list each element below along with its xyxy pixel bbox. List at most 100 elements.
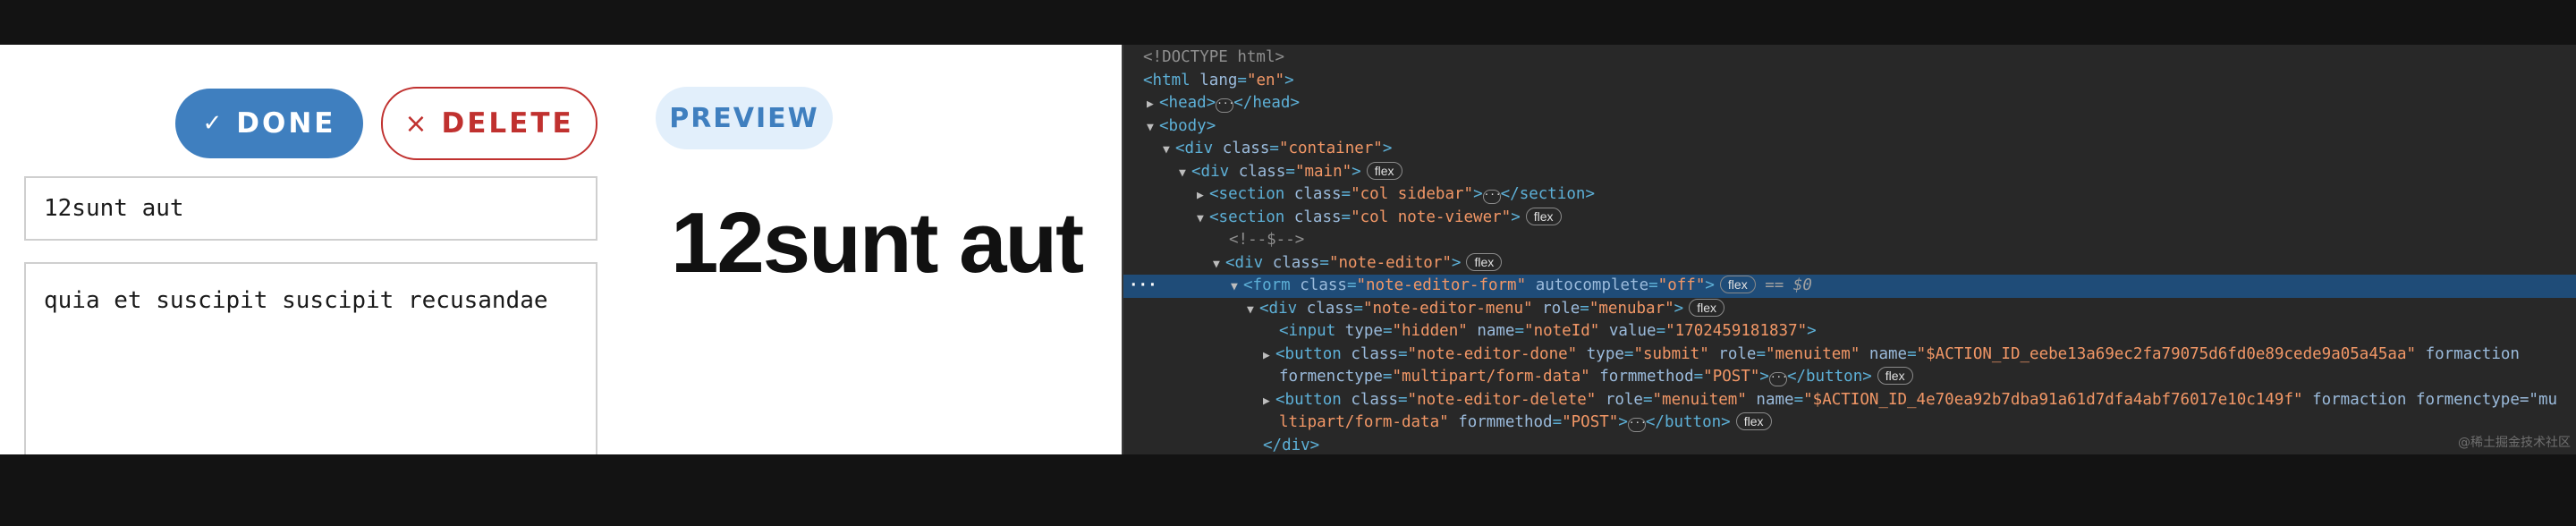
class-value: "note-editor-menu" [1362,299,1533,318]
div-tag: div [1184,140,1214,157]
done-button-label: DONE [236,107,336,140]
role-value: "menubar" [1589,299,1674,318]
dom-node-input-hidden[interactable]: <input type="hidden" name="noteId" value… [1123,320,2576,344]
dom-node-comment[interactable]: <!--$--> [1123,229,2576,252]
lang-attr: lang [1199,71,1238,89]
div-tag: div [1234,253,1264,272]
formenctype-attr: formenctype [1279,368,1383,386]
formenctype-value-wrapped: ltipart/form-data" [1279,413,1449,431]
dom-node-div-menu[interactable]: ▼ <div class="note-editor-menu" role="men… [1123,298,2576,321]
dom-node-button-delete-cont[interactable]: ltipart/form-data" formmethod="POST">···… [1123,411,2576,435]
type-attr: type [1344,322,1383,340]
collapse-triangle-icon[interactable]: ▼ [1231,276,1243,299]
collapse-triangle-icon[interactable]: ▼ [1197,208,1209,231]
dom-node-section-sidebar[interactable]: ▶ <section class="col sidebar">···</secti… [1123,183,2576,207]
class-value: "note-editor-done" [1407,344,1578,363]
class-attr: class [1351,344,1398,363]
flex-badge[interactable]: flex [1719,276,1756,293]
note-title-value: 12sunt aut [44,195,184,222]
collapse-triangle-icon[interactable]: ▼ [1147,116,1159,140]
dom-node-head[interactable]: ▶ <head>···</head> [1123,92,2576,115]
class-value: "note-editor-form" [1356,276,1527,294]
done-button[interactable]: ✓ DONE [175,89,363,158]
class-attr: class [1293,208,1342,226]
lang-value: "en" [1246,71,1285,89]
role-value: "menuitem" [1652,390,1747,409]
collapse-triangle-icon[interactable]: ▼ [1163,139,1175,162]
flex-badge[interactable]: flex [1466,252,1503,271]
form-tag: form [1252,276,1291,294]
preview-label: PREVIEW [669,102,819,134]
section-tag: section [1218,185,1285,203]
type-value: "hidden" [1392,322,1468,340]
collapse-triangle-icon[interactable]: ▼ [1247,299,1259,322]
expand-triangle-icon[interactable]: ▶ [1147,93,1159,116]
expand-triangle-icon[interactable]: ▶ [1197,184,1209,208]
dom-node-div-main[interactable]: ▼ <div class="main"> flex [1123,161,2576,184]
formaction-attr: formaction [2312,390,2407,409]
ellipsis-badge[interactable]: ··· [1768,372,1788,386]
flex-badge[interactable]: flex [1735,412,1772,430]
dom-node-form-selected[interactable]: ··· ▼ <form class="note-editor-form" autoc… [1123,275,2576,298]
note-title-input[interactable]: 12sunt aut [24,176,597,241]
comment-text: <!--$--> [1229,231,1305,249]
dom-node-button-delete[interactable]: ▶ <button class="note-editor-delete" role… [1123,389,2576,412]
class-value: "col note-viewer" [1351,208,1512,226]
formenctype-attr-wrapped: formenctype="mu [2415,390,2558,409]
formaction-attr: formaction [2425,344,2520,363]
ellipsis-badge[interactable]: ··· [1627,418,1647,432]
autocomplete-value: "off" [1657,276,1706,294]
type-attr: type [1586,344,1624,363]
class-value: "note-editor-delete" [1407,390,1597,409]
dom-node-html[interactable]: <html lang="en"> [1123,70,2576,93]
dom-node-button-done[interactable]: ▶ <button class="note-editor-done" type="… [1123,344,2576,367]
top-letterbox [0,0,2576,45]
dom-node-button-done-cont[interactable]: formenctype="multipart/form-data" formme… [1123,366,2576,389]
check-icon: ✓ [202,110,223,137]
role-attr: role [1605,390,1643,409]
div-tag: div [1200,162,1230,181]
dom-node-div-note-editor[interactable]: ▼ <div class="note-editor"> flex [1123,252,2576,276]
class-attr: class [1351,390,1398,409]
dom-node-doctype[interactable]: <!DOCTYPE html> [1123,47,2576,70]
name-attr: name [1756,390,1794,409]
more-dots-icon[interactable]: ··· [1129,275,1157,298]
dom-node-body[interactable]: ▼ <body> [1123,115,2576,139]
name-value: "noteId" [1524,322,1600,340]
name-attr: name [1477,322,1515,340]
note-body-value: quia et suscipit suscipit recusandae [44,287,548,314]
note-body-textarea[interactable]: quia et suscipit suscipit recusandae [24,262,597,454]
ellipsis-badge[interactable]: ··· [1482,190,1501,204]
div-tag: div [1268,299,1298,318]
collapse-triangle-icon[interactable]: ▼ [1213,253,1225,276]
flex-badge[interactable]: flex [1877,367,1913,385]
delete-button[interactable]: × DELETE [381,87,597,160]
name-attr: name [1868,344,1908,363]
note-app-panel: ✓ DONE × DELETE PREVIEW 12sunt aut quia … [0,45,1122,454]
type-value: "submit" [1633,344,1709,363]
role-value: "menuitem" [1766,344,1860,363]
flex-badge[interactable]: flex [1525,207,1562,225]
flex-badge[interactable]: flex [1689,298,1725,317]
expand-triangle-icon[interactable]: ▶ [1263,344,1275,368]
expand-triangle-icon[interactable]: ▶ [1263,390,1275,413]
class-attr: class [1272,253,1320,272]
head-close-tag: head [1252,94,1291,112]
html-tag: html [1152,71,1191,89]
class-value: "note-editor" [1328,253,1452,272]
watermark: @稀土掘金技术社区 [2458,436,2571,450]
button-tag: button [1284,344,1342,363]
value-value: "1702459181837" [1665,322,1808,340]
head-tag: head [1168,94,1207,112]
formmethod-attr: formmethod [1599,368,1694,386]
dom-node-div-container[interactable]: ▼ <div class="container"> [1123,138,2576,161]
class-value: "container" [1278,140,1383,157]
autocomplete-attr: autocomplete [1535,276,1649,294]
section-close-tag: section [1519,185,1586,203]
dom-node-section-viewer[interactable]: ▼ <section class="col note-viewer"> flex [1123,207,2576,230]
flex-badge[interactable]: flex [1366,161,1402,180]
collapse-triangle-icon[interactable]: ▼ [1179,162,1191,185]
button-close-tag: button [1664,413,1722,431]
ellipsis-badge[interactable]: ··· [1216,98,1234,113]
dom-node-div-close[interactable]: </div> [1123,435,2576,455]
